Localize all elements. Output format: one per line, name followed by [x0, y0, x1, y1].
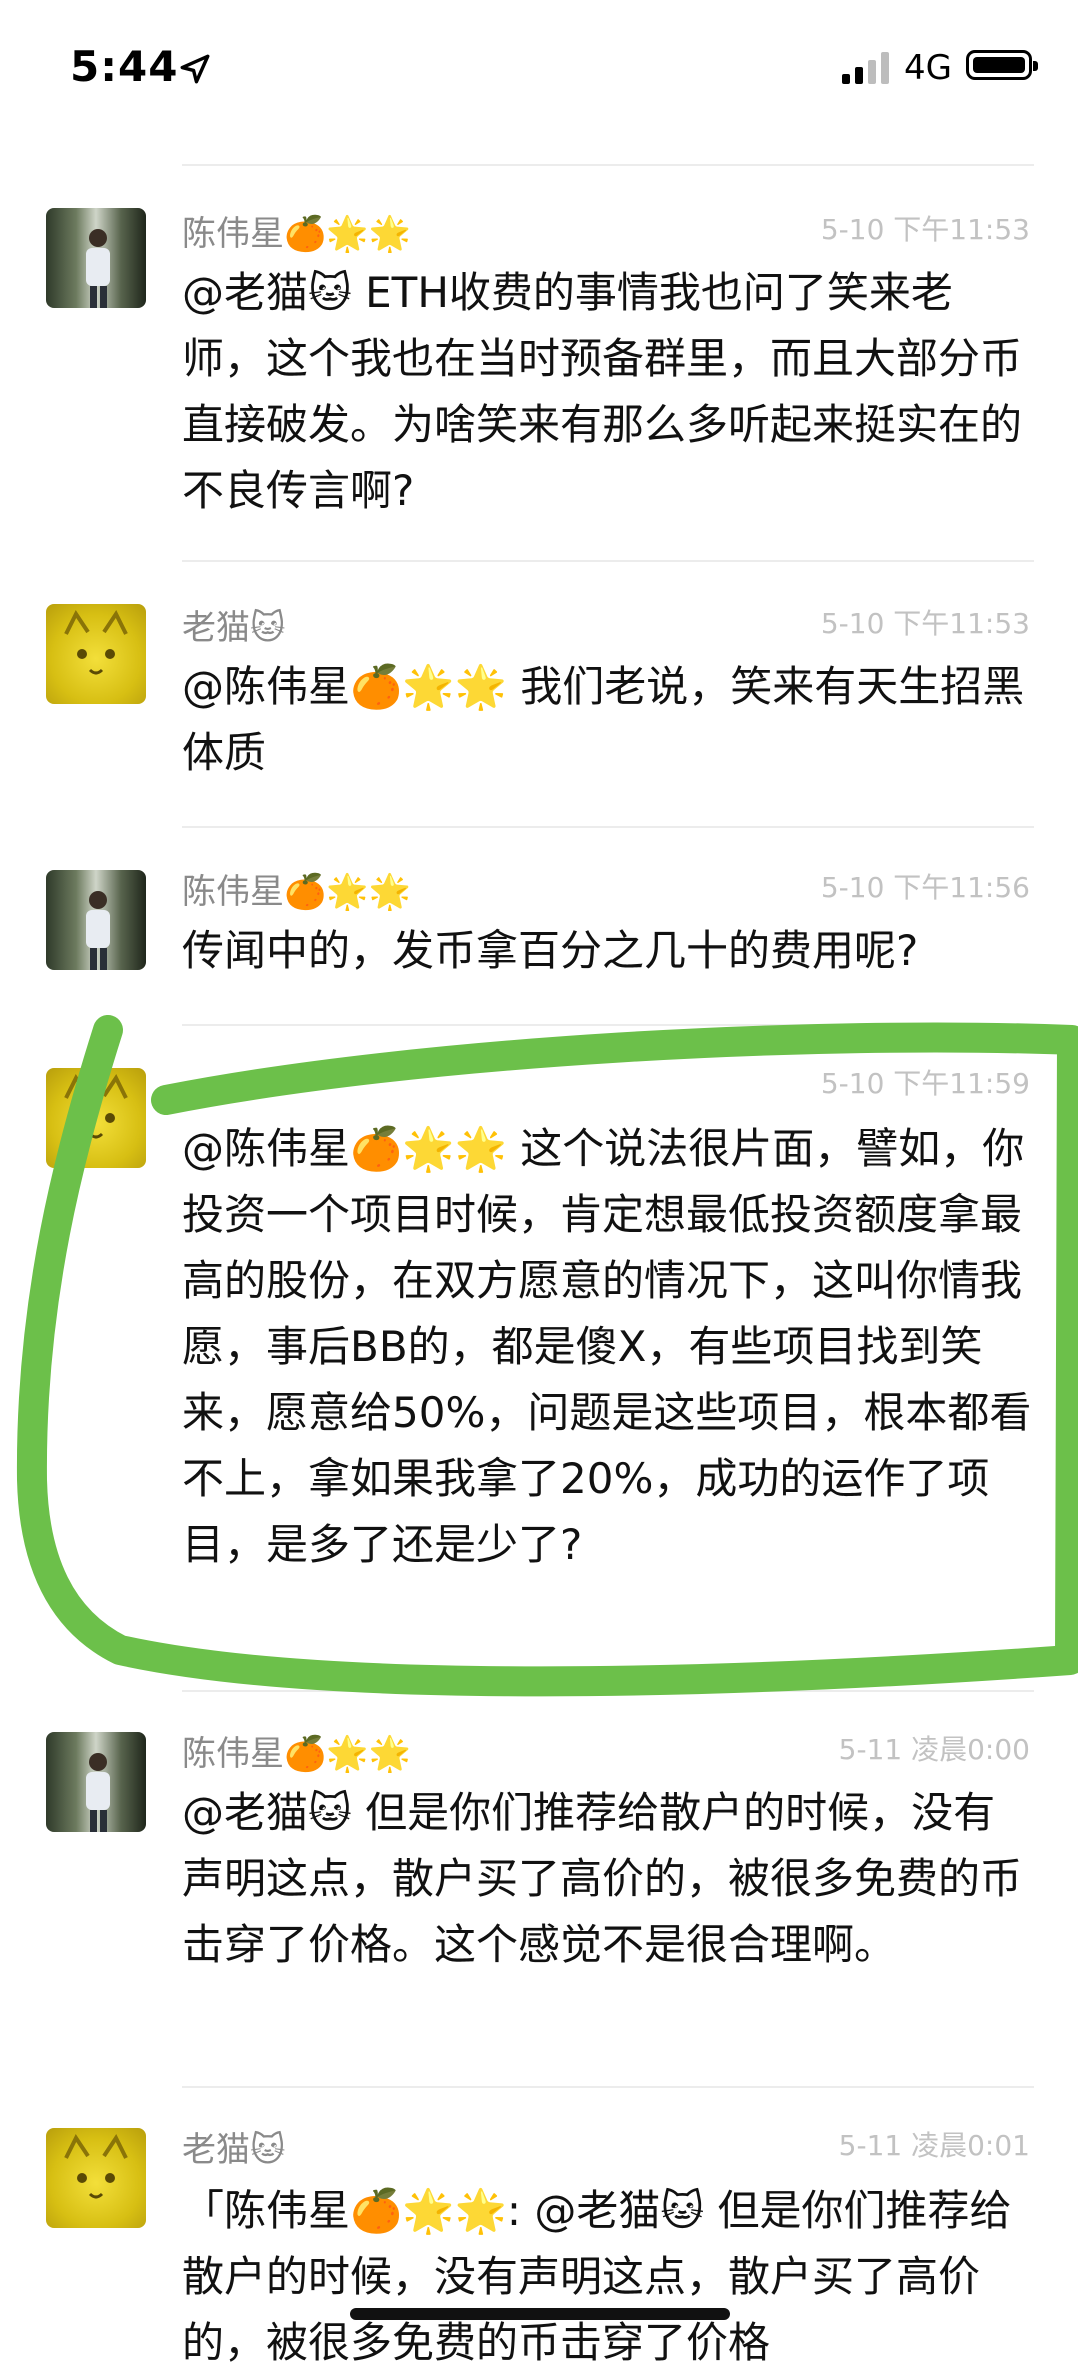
message-text: @老猫🐱 ETH收费的事情我也问了笑来老师，这个我也在当时预备群里，而且大部分币…: [182, 268, 1023, 515]
message-timestamp: 5-10 下午11:59: [820, 1067, 1030, 1100]
divider: [182, 826, 1034, 828]
message-text: @陈伟星🍊🌟🌟 我们老说，笑来有天生招黑体质: [182, 662, 1025, 777]
avatar[interactable]: [46, 870, 146, 970]
avatar[interactable]: [46, 604, 146, 704]
message-timestamp: 5-11 凌晨0:01: [838, 2129, 1030, 2162]
cellular-signal-icon: [842, 52, 889, 84]
network-type: 4G: [904, 48, 952, 88]
sender-name: 老猫🐱: [182, 608, 286, 648]
message-text: @老猫🐱 但是你们推荐给散户的时候，没有声明这点，散户买了高价的，被很多免费的币…: [182, 1788, 1023, 1969]
sender-name: 陈伟星🍊🌟🌟: [182, 214, 412, 254]
divider: [182, 560, 1034, 562]
status-bar: 5:44 4G: [0, 0, 1078, 130]
divider: [182, 2086, 1034, 2088]
divider: [182, 1690, 1034, 1692]
location-arrow-icon: [180, 54, 210, 84]
message-text: 传闻中的，发币拿百分之几十的费用呢?: [182, 926, 919, 975]
message-timestamp: 5-10 下午11:53: [820, 607, 1030, 640]
message-text: 「陈伟星🍊🌟🌟: @老猫🐱 但是你们推荐给散户的时候，没有声明这点，散户买了高价…: [182, 2186, 1012, 2367]
message-timestamp: 5-11 凌晨0:00: [838, 1733, 1030, 1766]
avatar[interactable]: [46, 1732, 146, 1832]
avatar[interactable]: [46, 208, 146, 308]
status-time: 5:44: [70, 42, 179, 91]
sender-name: 陈伟星🍊🌟🌟: [182, 872, 412, 912]
avatar[interactable]: [46, 1068, 146, 1168]
home-indicator[interactable]: [350, 2308, 730, 2320]
sender-name: 老猫🐱: [182, 2130, 286, 2170]
message-timestamp: 5-10 下午11:56: [820, 871, 1030, 904]
message-timestamp: 5-10 下午11:53: [820, 213, 1030, 246]
avatar[interactable]: [46, 2128, 146, 2228]
divider: [182, 164, 1034, 166]
message-text: @陈伟星🍊🌟🌟 这个说法很片面，譬如，你投资一个项目时候，肯定想最低投资额度拿最…: [182, 1124, 1032, 1569]
sender-name: 陈伟星🍊🌟🌟: [182, 1734, 412, 1774]
battery-icon: [966, 50, 1038, 80]
divider: [182, 1024, 1034, 1026]
